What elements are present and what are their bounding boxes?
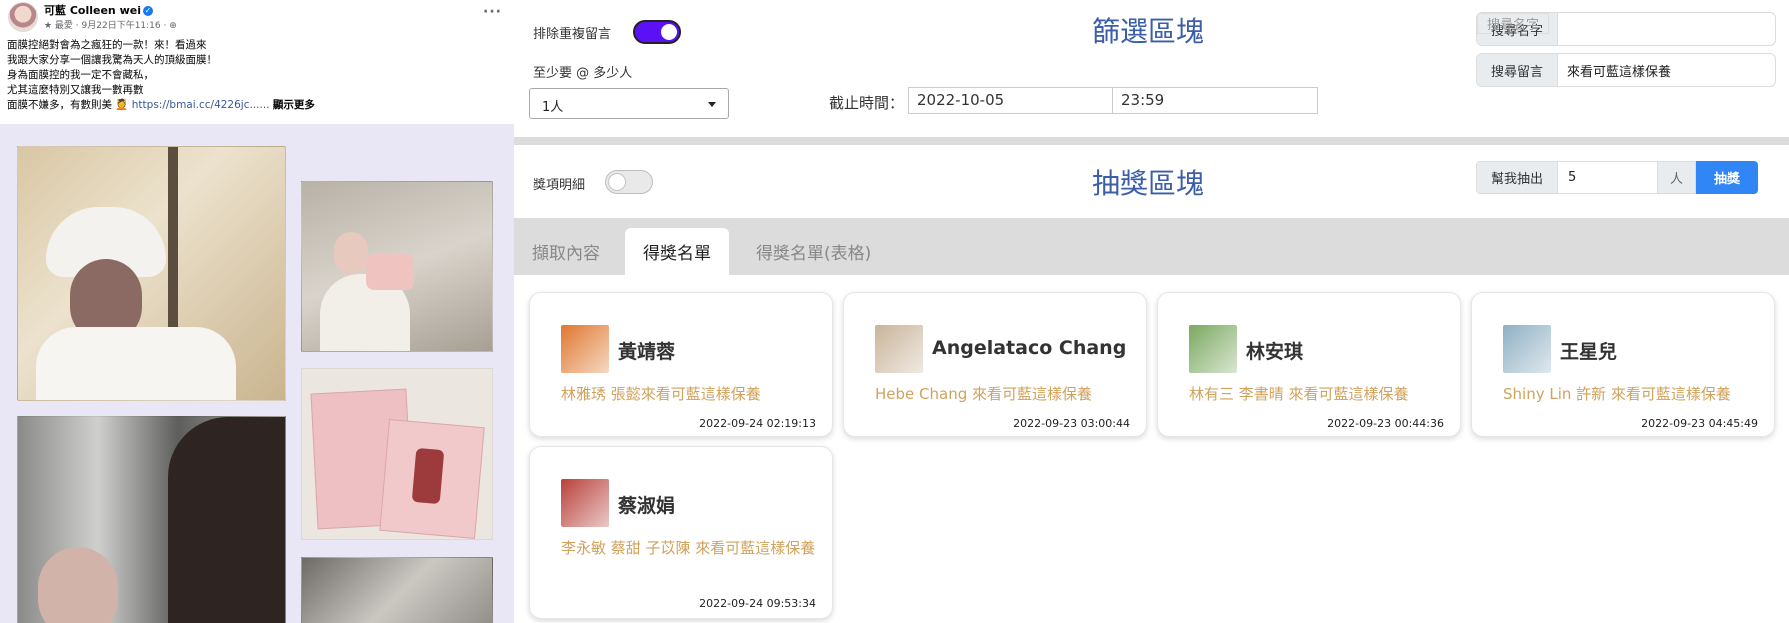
post-link[interactable]: https://bmai.cc/4226jc...... xyxy=(132,99,270,111)
search-comment-label: 搜尋留言 xyxy=(1477,54,1559,86)
prize-detail-label: 獎項明細 xyxy=(533,178,586,193)
draw-input-group: 幫我抽出 5 人 抽獎 xyxy=(1476,161,1759,194)
dedupe-toggle[interactable] xyxy=(633,20,681,44)
draw-count-input[interactable]: 5 xyxy=(1558,161,1659,194)
tab-winner-list[interactable]: 得獎名單 xyxy=(625,228,729,275)
post-photo[interactable] xyxy=(301,181,493,352)
prize-detail-toggle[interactable] xyxy=(605,170,653,194)
tab-winner-table[interactable]: 得獎名單(表格) xyxy=(738,228,889,275)
facebook-post: 可藍 Colleen wei ✓ ★ 最愛 · 9月22日下午11:16 · ⊕ … xyxy=(0,0,514,623)
post-photo[interactable] xyxy=(17,146,286,401)
dedupe-label: 排除重複留言 xyxy=(533,27,612,42)
post-meta: ★ 最愛 · 9月22日下午11:16 · ⊕ xyxy=(44,21,177,31)
post-line: 身為面膜控的我一定不會藏私， xyxy=(7,69,154,81)
winner-card: Angelataco Chang Hebe Chang 來看可藍這樣保養 202… xyxy=(843,292,1147,437)
winner-name: 蔡淑娟 xyxy=(618,495,676,517)
winner-comment: 李永敏 蔡甜 子苡陳 來看可藍這樣保養 xyxy=(561,539,816,557)
post-line: 面膜控絕對會為之瘋狂的一款！來！看過來 xyxy=(7,39,207,51)
filter-section-title: 篩選區塊 xyxy=(1092,15,1205,48)
winner-name: 黃靖蓉 xyxy=(618,341,676,363)
winner-avatar xyxy=(561,325,609,373)
search-comment-input[interactable]: 來看可藍這樣保養 xyxy=(1558,54,1775,86)
chevron-down-icon xyxy=(708,102,716,107)
winner-avatar xyxy=(561,479,609,527)
tab-captured-content[interactable]: 擷取內容 xyxy=(514,228,618,275)
author-name[interactable]: 可藍 Colleen wei xyxy=(44,4,141,17)
min-tag-select[interactable]: 1人 xyxy=(529,88,729,119)
draw-section-title: 抽獎區塊 xyxy=(1092,167,1205,200)
section-divider xyxy=(514,137,1789,145)
author-avatar[interactable] xyxy=(8,2,38,32)
winner-name: Angelataco Chang xyxy=(932,337,1127,359)
see-more-link[interactable]: 顯示更多 xyxy=(273,99,315,111)
author-name-row[interactable]: 可藍 Colleen wei ✓ xyxy=(44,2,153,18)
result-tabs: 擷取內容 得獎名單 得獎名單(表格) xyxy=(514,218,1789,275)
min-tag-value: 1人 xyxy=(542,100,564,115)
winner-timestamp: 2022-09-23 03:00:44 xyxy=(1013,417,1130,430)
post-photo[interactable] xyxy=(17,416,286,623)
winner-timestamp: 2022-09-23 00:44:36 xyxy=(1327,417,1444,430)
draw-for-me-label: 幫我抽出 xyxy=(1476,161,1559,194)
winner-timestamp: 2022-09-23 04:45:49 xyxy=(1641,417,1758,430)
winner-card: 林安琪 林有三 李書晴 來看可藍這樣保養 2022-09-23 00:44:36 xyxy=(1157,292,1461,437)
post-header: 可藍 Colleen wei ✓ ★ 最愛 · 9月22日下午11:16 · ⊕ … xyxy=(8,2,506,36)
min-tag-label: 至少要 @ 多少人 xyxy=(533,66,633,81)
winner-name: 王星兒 xyxy=(1560,341,1618,363)
winner-card: 黃靖蓉 林雅琇 張懿來看可藍這樣保養 2022-09-24 02:19:13 xyxy=(529,292,833,437)
post-text: 面膜控絕對會為之瘋狂的一款！來！看過來 我跟大家分享一個讓我驚為天人的頂級面膜！… xyxy=(7,38,507,113)
winner-card: 蔡淑娟 李永敏 蔡甜 子苡陳 來看可藍這樣保養 2022-09-24 09:53… xyxy=(529,446,833,619)
deadline-time-input[interactable]: 23:59 xyxy=(1113,87,1318,114)
deadline-label: 截止時間： xyxy=(829,94,905,112)
search-name-input[interactable]: 搜尋名字 xyxy=(1477,13,1550,34)
more-options-icon[interactable]: ··· xyxy=(483,4,502,20)
winner-comment: Shiny Lin 許新 來看可藍這樣保養 xyxy=(1503,385,1731,403)
lottery-app: 排除重複留言 篩選區塊 至少要 @ 多少人 1人 截止時間： 2022-10-0… xyxy=(514,0,1789,623)
winner-comment: 林雅琇 張懿來看可藍這樣保養 xyxy=(561,385,761,403)
search-comment-group: 搜尋留言 來看可藍這樣保養 xyxy=(1476,53,1776,87)
verified-badge-icon: ✓ xyxy=(142,6,153,16)
draw-unit-label: 人 xyxy=(1658,161,1697,194)
winner-comment: 林有三 李書晴 來看可藍這樣保養 xyxy=(1189,385,1409,403)
post-photo[interactable] xyxy=(301,557,493,623)
winner-name: 林安琪 xyxy=(1246,341,1304,363)
winner-cards: 黃靖蓉 林雅琇 張懿來看可藍這樣保養 2022-09-24 02:19:13 A… xyxy=(514,275,1789,623)
search-name-group: 搜尋名字 搜尋名字 xyxy=(1476,12,1776,46)
deadline-date-input[interactable]: 2022-10-05 xyxy=(908,87,1113,114)
winner-avatar xyxy=(1503,325,1551,373)
winner-card: 王星兒 Shiny Lin 許新 來看可藍這樣保養 2022-09-23 04:… xyxy=(1471,292,1775,437)
draw-button[interactable]: 抽獎 xyxy=(1696,161,1759,194)
winner-timestamp: 2022-09-24 02:19:13 xyxy=(699,417,816,430)
photo-grid xyxy=(0,124,514,623)
post-line: 我跟大家分享一個讓我驚為天人的頂級面膜！ xyxy=(7,54,217,66)
post-line: 尤其這麼特別又讓我一數再數 xyxy=(7,84,144,96)
post-line: 面膜不嫌多，有數則美 💆 xyxy=(7,99,129,111)
post-line-last: 面膜不嫌多，有數則美 💆 https://bmai.cc/4226jc.....… xyxy=(7,98,507,113)
winner-timestamp: 2022-09-24 09:53:34 xyxy=(699,597,816,610)
post-photo[interactable] xyxy=(301,368,493,540)
winner-avatar xyxy=(875,325,923,373)
winner-avatar xyxy=(1189,325,1237,373)
winner-comment: Hebe Chang 來看可藍這樣保養 xyxy=(875,385,1092,403)
